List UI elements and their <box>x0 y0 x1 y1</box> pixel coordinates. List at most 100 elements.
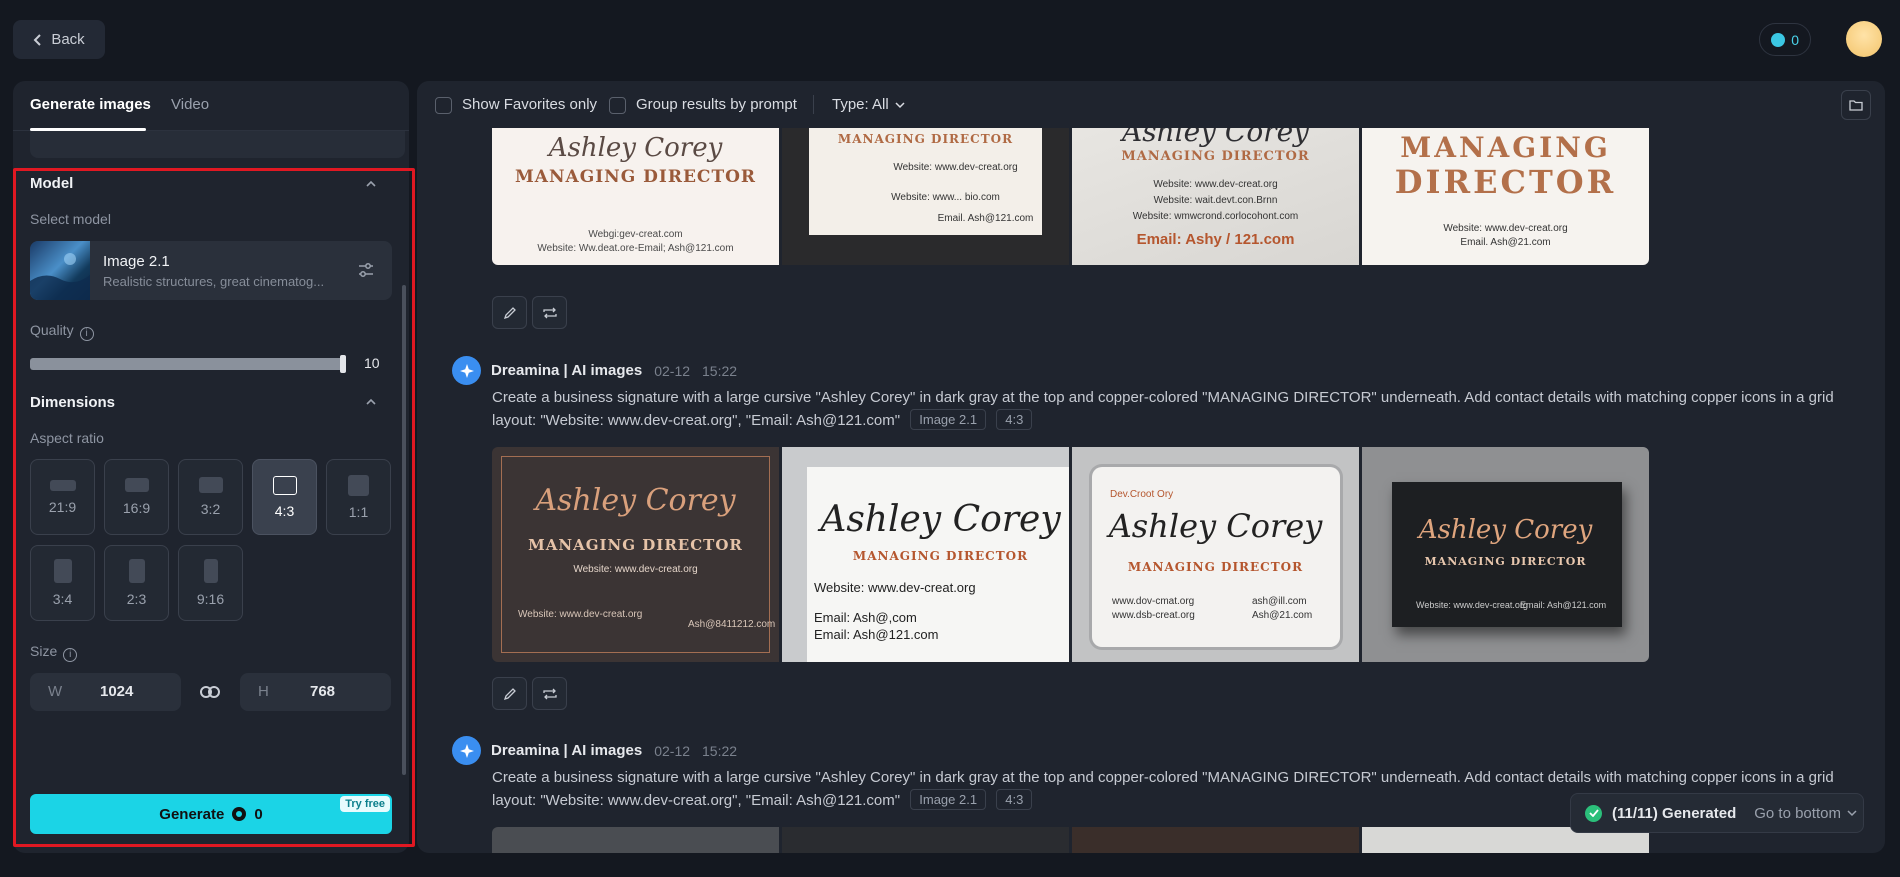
card-line: Email: Ashy / 121.com <box>1136 231 1295 248</box>
result-image[interactable] <box>782 827 1069 853</box>
ratio-9-16-shape <box>203 559 218 583</box>
height-value: 768 <box>310 683 336 700</box>
tab-generate-images[interactable]: Generate images <box>30 96 151 113</box>
info-icon[interactable]: i <box>79 327 94 341</box>
left-scrollbar[interactable] <box>402 285 406 775</box>
group-label[interactable]: Group results by prompt <box>636 96 797 113</box>
quality-label-text: Quality <box>30 322 74 338</box>
card-line: Email: Ash@121.com <box>814 627 939 642</box>
type-dropdown[interactable]: Type: All <box>832 96 905 113</box>
ratio-16-9-button[interactable]: 16:9 <box>104 459 169 535</box>
card-title: MANAGING <box>1400 131 1611 164</box>
card-title: MANAGING DIRECTOR <box>852 549 1029 563</box>
ratio-label: 4:3 <box>274 502 295 519</box>
quality-slider-track[interactable] <box>30 358 345 370</box>
avatar[interactable] <box>1846 21 1882 57</box>
card-line: Website: Ww.deat.ore-Email; Ash@121.com <box>537 243 734 254</box>
credits-count: 0 <box>1791 31 1799 48</box>
ratio-tag[interactable]: 4:3 <box>996 409 1033 430</box>
chevron-down-icon <box>1847 810 1857 817</box>
divider <box>813 95 814 114</box>
model-section-title: Model <box>30 175 74 192</box>
quality-slider-handle[interactable] <box>340 355 346 373</box>
model-name: Image 2.1 <box>103 253 170 270</box>
model-tag[interactable]: Image 2.1 <box>910 409 987 430</box>
back-button[interactable]: Back <box>13 20 105 59</box>
card-line: www.dsb-creat.org <box>1112 610 1195 621</box>
ratio-21-9-button[interactable]: 21:9 <box>30 459 95 535</box>
ratio-2-3-shape <box>128 559 145 583</box>
regenerate-button[interactable] <box>532 677 567 710</box>
height-input[interactable]: H 768 <box>240 673 391 711</box>
go-to-bottom-link[interactable]: Go to bottom <box>1754 805 1857 822</box>
generation-status-toast: (11/11) Generated Go to bottom <box>1570 793 1864 833</box>
credits-badge[interactable]: 0 <box>1759 23 1811 56</box>
info-icon[interactable]: i <box>63 648 78 662</box>
regenerate-button[interactable] <box>532 296 567 329</box>
pencil-icon <box>503 306 516 319</box>
model-tag[interactable]: Image 2.1 <box>910 789 987 810</box>
card-line: Webgi:gev-creat.com <box>588 229 683 240</box>
model-selector[interactable]: Image 2.1 Realistic structures, great ci… <box>30 241 392 300</box>
generate-cost: 0 <box>254 805 263 823</box>
folder-button[interactable] <box>1841 90 1871 120</box>
chevron-up-icon[interactable] <box>365 178 377 190</box>
favorites-checkbox[interactable] <box>435 97 452 114</box>
size-label: Size i <box>30 643 78 662</box>
ratio-3-4-button[interactable]: 3:4 <box>30 545 95 621</box>
result-image[interactable]: Ashley Corey MANAGING DIRECTOR Website: … <box>1072 107 1359 265</box>
folder-icon <box>1849 100 1863 111</box>
entry-date: 02-12 <box>654 742 691 759</box>
card-line: Website: www.dev-creat.org <box>1153 179 1278 190</box>
card-brand: Dev.Croot Ory <box>1110 489 1174 500</box>
favorites-label[interactable]: Show Favorites only <box>462 96 597 113</box>
width-input[interactable]: W 1024 <box>30 673 181 711</box>
entry-time: 15:22 <box>702 362 738 379</box>
card-line: Website: www.dev-creat.org <box>1443 223 1568 234</box>
ratio-2-3-button[interactable]: 2:3 <box>104 545 169 621</box>
dimensions-section-title: Dimensions <box>30 394 116 411</box>
result-image[interactable]: Ashley Corey MANAGING DIRECTOR Website: … <box>782 447 1069 662</box>
generated-status: (11/11) Generated <box>1612 804 1737 822</box>
card-title: MANAGING DIRECTOR <box>1127 560 1304 574</box>
ratio-16-9-shape <box>124 478 149 492</box>
go-to-bottom-label: Go to bottom <box>1754 804 1841 822</box>
group-checkbox[interactable] <box>609 97 626 114</box>
ratio-1-1-button[interactable]: 1:1 <box>326 459 391 535</box>
result-image[interactable] <box>492 827 779 853</box>
card-line: Email. Ash@121.com <box>937 213 1034 224</box>
ratio-label: 21:9 <box>48 498 77 515</box>
card-line: Website: www... bio.com <box>891 192 1000 203</box>
edit-button[interactable] <box>492 677 527 710</box>
card-line: Ash@8411212.com <box>688 619 776 630</box>
ratio-label: 9:16 <box>196 591 225 607</box>
link-icon[interactable] <box>199 682 221 702</box>
tab-bar: Generate images Video <box>13 81 409 131</box>
ratio-9-16-button[interactable]: 9:16 <box>178 545 243 621</box>
tab-video[interactable]: Video <box>171 96 209 113</box>
ratio-label: 16:9 <box>122 500 151 516</box>
result-image[interactable] <box>1072 827 1359 853</box>
result-image[interactable]: Ashley Corey MANAGING DIRECTOR Website: … <box>492 447 779 662</box>
result-image[interactable]: Dev.Croot Ory Ashley Corey MANAGING DIRE… <box>1072 447 1359 662</box>
model-description: Realistic structures, great cinematog... <box>103 274 325 289</box>
ratio-tag[interactable]: 4:3 <box>996 789 1033 810</box>
result-image[interactable]: MANAGING DIRECTOR Website: www.dev-creat… <box>1362 107 1649 265</box>
result-image[interactable]: MANAGING DIRECTOR Website: www.dev-creat… <box>782 107 1069 265</box>
top-bar: Back 0 <box>0 0 1900 80</box>
ratio-3-2-button[interactable]: 3:2 <box>178 459 243 535</box>
result-image[interactable]: Ashley Corey MANAGING DIRECTOR Webgi:gev… <box>492 107 779 265</box>
card-line: Website: wmwcrond.corlocohont.com <box>1132 211 1299 222</box>
generate-button[interactable]: Generate 0 Try free <box>30 794 392 834</box>
prompt-text: Create a business signature with a large… <box>492 386 1842 432</box>
sliders-icon[interactable] <box>357 261 375 279</box>
edit-button[interactable] <box>492 296 527 329</box>
width-letter: W <box>48 683 63 700</box>
chevron-up-icon[interactable] <box>365 396 377 408</box>
results-panel: Show Favorites only Group results by pro… <box>417 81 1885 853</box>
image-row <box>492 827 1649 853</box>
ratio-4-3-button[interactable]: 4:3 <box>252 459 317 535</box>
prompt-box-bottom[interactable] <box>30 131 405 158</box>
filter-bar: Show Favorites only Group results by pro… <box>417 81 1885 128</box>
result-image[interactable]: Ashley Corey MANAGING DIRECTOR Website: … <box>1362 447 1649 662</box>
